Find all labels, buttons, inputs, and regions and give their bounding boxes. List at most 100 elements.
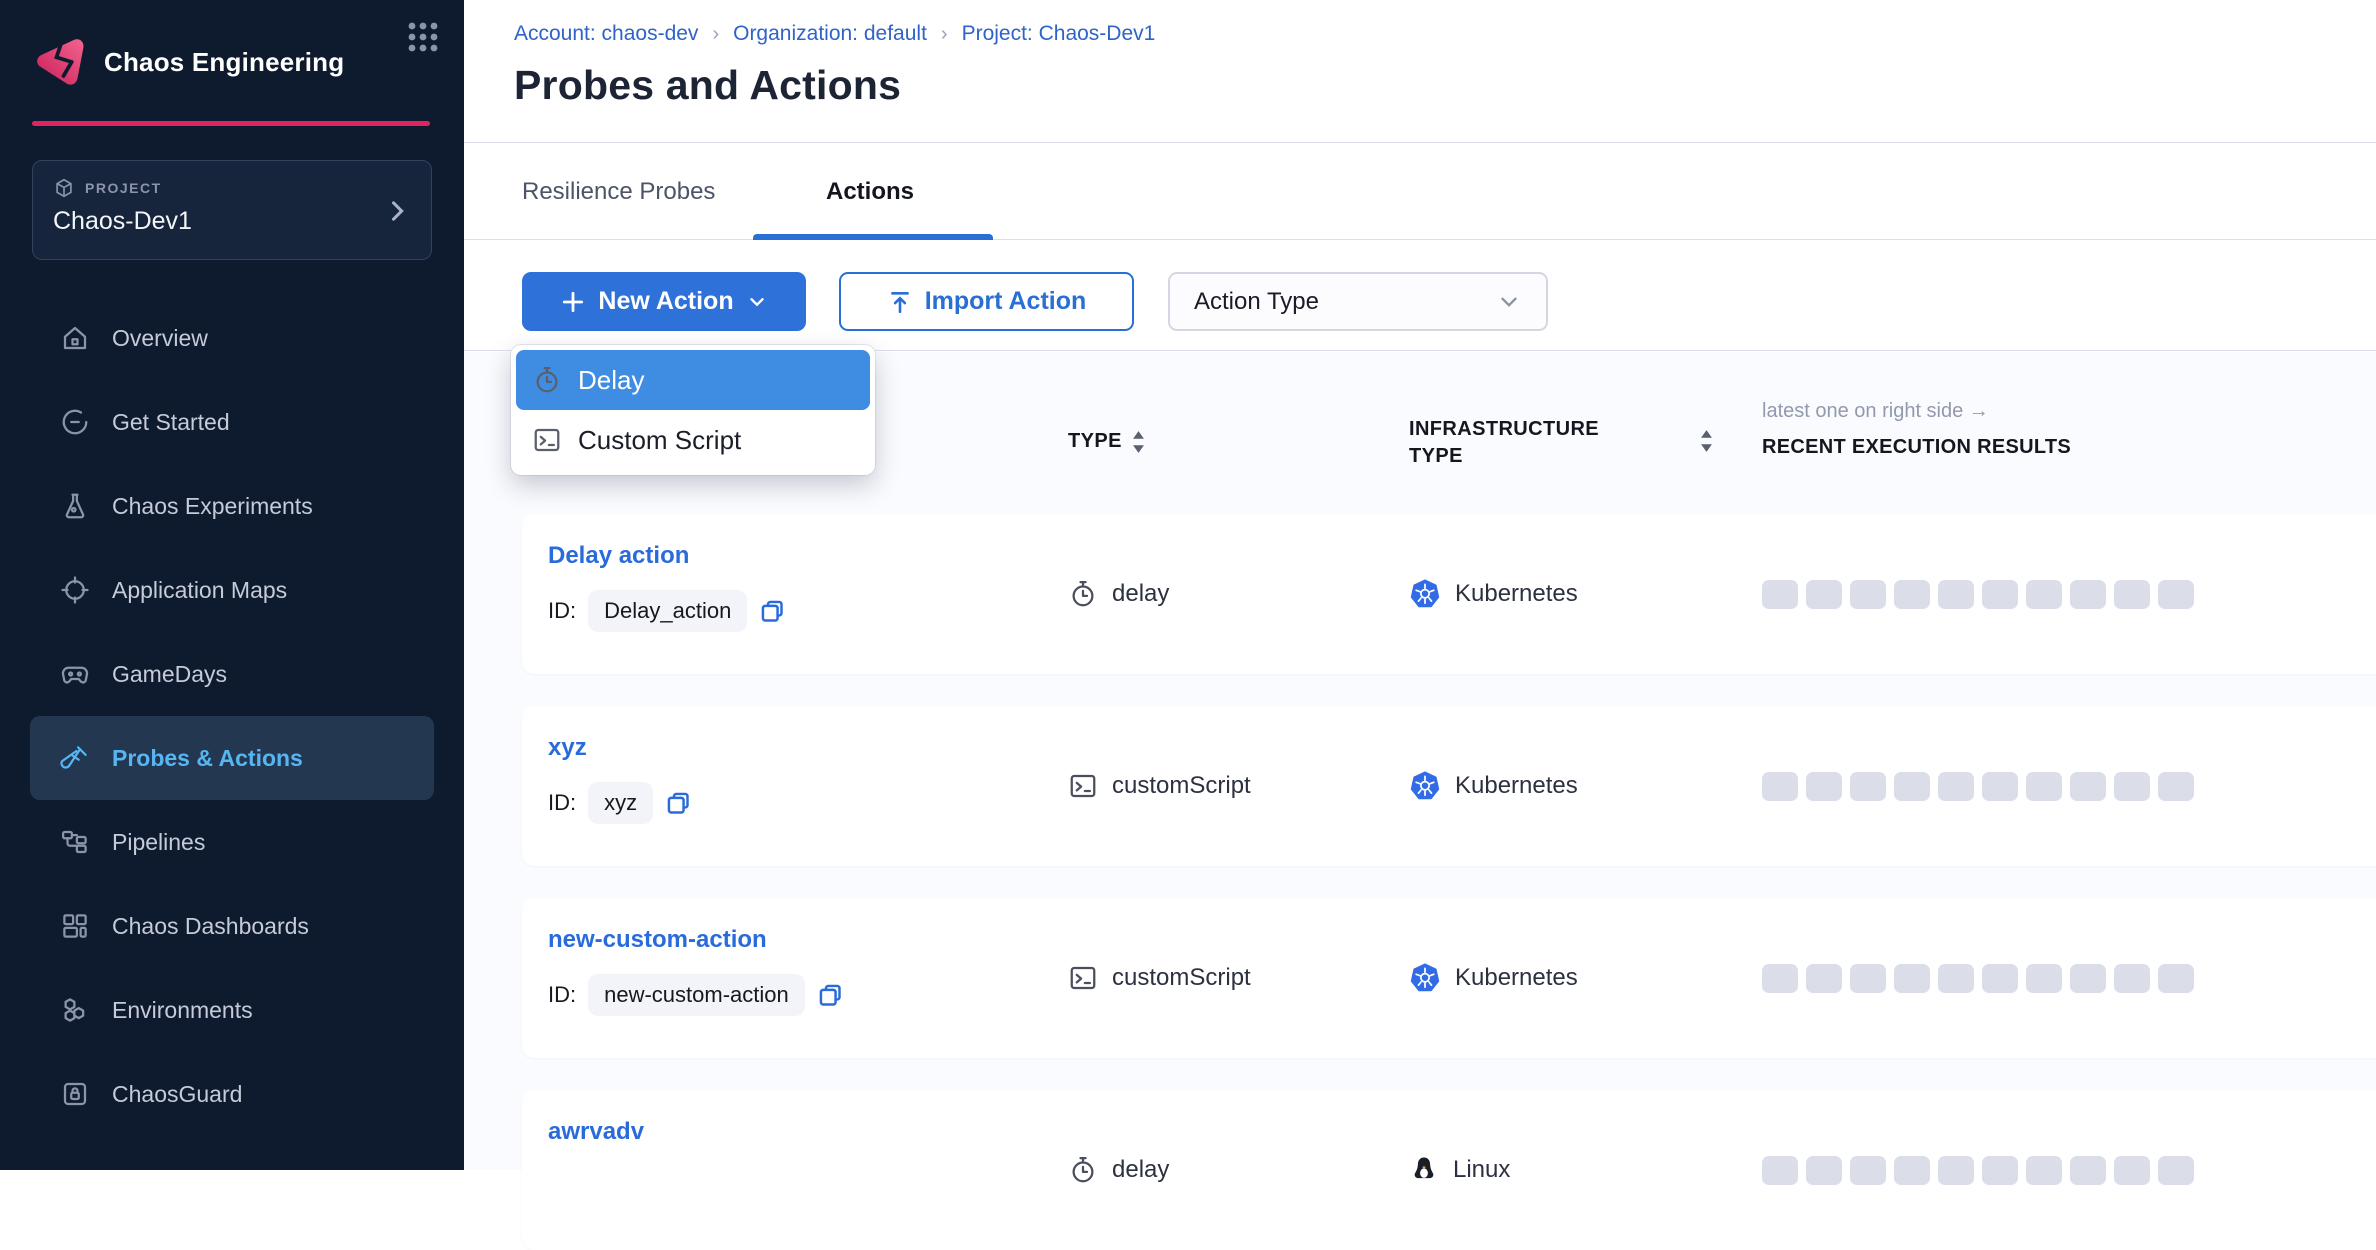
execution-result-placeholder: [1894, 964, 1930, 993]
copy-icon[interactable]: [759, 598, 786, 625]
gamepad-icon: [60, 659, 90, 689]
action-name-link[interactable]: Delay action: [548, 542, 689, 570]
action-id-label: ID:: [548, 790, 576, 816]
results-note: latest one on right side →: [1762, 400, 1989, 423]
action-type-select[interactable]: Action Type: [1168, 272, 1548, 331]
action-row: new-custom-action ID: new-custom-action …: [522, 898, 2376, 1058]
sidebar-item-application-maps[interactable]: Application Maps: [0, 548, 464, 632]
sidebar-item-label: Chaos Experiments: [112, 493, 313, 520]
terminal-icon: [532, 425, 562, 455]
new-action-button[interactable]: New Action: [522, 272, 806, 331]
sidebar-item-get-started[interactable]: Get Started: [0, 380, 464, 464]
tab-resilience-probes[interactable]: Resilience Probes: [522, 144, 715, 240]
action-row: awrvadv delay Linux: [522, 1090, 2376, 1250]
project-name: Chaos-Dev1: [53, 207, 411, 236]
stopwatch-icon: [532, 365, 562, 395]
sidebar-item-chaos-dashboards[interactable]: Chaos Dashboards: [0, 884, 464, 968]
lock-icon: [60, 1079, 90, 1109]
column-header-infrastructure-type: INFRASTRUCTURE TYPE: [1409, 416, 1609, 470]
action-id-value: new-custom-action: [588, 974, 805, 1016]
import-action-button[interactable]: Import Action: [839, 272, 1134, 331]
action-name-link[interactable]: new-custom-action: [548, 926, 767, 954]
sort-icon[interactable]: [1700, 430, 1713, 452]
recent-execution-results: [1762, 898, 2194, 1058]
sidebar-item-pipelines[interactable]: Pipelines: [0, 800, 464, 884]
sort-icon[interactable]: [1132, 431, 1145, 453]
menu-item-custom-script[interactable]: Custom Script: [516, 410, 870, 470]
new-action-dropdown-menu: Delay Custom Script: [511, 345, 875, 475]
sidebar-item-gamedays[interactable]: GameDays: [0, 632, 464, 716]
execution-result-placeholder: [2026, 1156, 2062, 1185]
sidebar-item-probes-actions[interactable]: Probes & Actions: [30, 716, 434, 800]
sidebar-item-label: Application Maps: [112, 577, 287, 604]
pipeline-icon: [60, 827, 90, 857]
execution-result-placeholder: [1806, 964, 1842, 993]
recent-execution-results: [1762, 1090, 2194, 1250]
sidebar-item-label: GameDays: [112, 661, 227, 688]
execution-result-placeholder: [1850, 580, 1886, 609]
execution-result-placeholder: [1982, 1156, 2018, 1185]
execution-result-placeholder: [2114, 964, 2150, 993]
page-header: Account: chaos-dev › Organization: default…: [464, 0, 2376, 143]
test-tube-icon: [60, 743, 90, 773]
linux-icon: [1409, 1155, 1439, 1185]
active-tab-indicator: [753, 234, 993, 240]
hexagons-icon: [60, 995, 90, 1025]
column-header-recent-execution-results: RECENT EXECUTION RESULTS: [1762, 436, 2071, 459]
action-row: Delay action ID: Delay_action delay Kube…: [522, 514, 2376, 674]
chevron-right-icon: [383, 197, 411, 225]
execution-result-placeholder: [1938, 580, 1974, 609]
home-icon: [60, 323, 90, 353]
breadcrumb: Account: chaos-dev › Organization: default…: [514, 22, 1155, 46]
app-title: Chaos Engineering: [104, 47, 344, 78]
execution-result-placeholder: [2114, 772, 2150, 801]
action-name-link[interactable]: awrvadv: [548, 1118, 644, 1146]
sidebar: Chaos Engineering PROJECT Chaos-Dev1 Ove…: [0, 0, 464, 1170]
chevron-down-icon: [746, 291, 768, 313]
infrastructure-type-cell: Kubernetes: [1409, 706, 1578, 866]
action-type-cell: delay: [1068, 514, 1169, 674]
execution-result-placeholder: [2026, 772, 2062, 801]
breadcrumb-link[interactable]: Organization: default: [733, 22, 927, 46]
app-switcher-grid-icon[interactable]: [406, 20, 440, 54]
terminal-icon: [1068, 963, 1098, 993]
execution-result-placeholder: [2158, 772, 2194, 801]
column-header-type: TYPE: [1068, 430, 1145, 453]
recent-execution-results: [1762, 706, 2194, 866]
breadcrumb-link[interactable]: Project: Chaos-Dev1: [962, 22, 1156, 46]
execution-result-placeholder: [2158, 1156, 2194, 1185]
infrastructure-type-cell: Kubernetes: [1409, 514, 1578, 674]
execution-result-placeholder: [1894, 580, 1930, 609]
sidebar-item-overview[interactable]: Overview: [0, 296, 464, 380]
copy-icon[interactable]: [665, 790, 692, 817]
kubernetes-icon: [1409, 962, 1441, 994]
sidebar-item-environments[interactable]: Environments: [0, 968, 464, 1052]
flask-icon: [60, 491, 90, 521]
chaos-engineering-logo-icon: [32, 34, 88, 90]
menu-item-delay[interactable]: Delay: [516, 350, 870, 410]
execution-result-placeholder: [2070, 772, 2106, 801]
stopwatch-icon: [1068, 1155, 1098, 1185]
sidebar-item-label: Overview: [112, 325, 208, 352]
brand-divider: [32, 121, 430, 126]
sidebar-item-chaosguard[interactable]: ChaosGuard: [0, 1052, 464, 1136]
sidebar-item-label: Environments: [112, 997, 253, 1024]
breadcrumb-separator: ›: [941, 23, 948, 46]
action-name-link[interactable]: xyz: [548, 734, 587, 762]
kubernetes-icon: [1409, 770, 1441, 802]
chevron-down-icon: [1496, 289, 1522, 315]
breadcrumb-link[interactable]: Account: chaos-dev: [514, 22, 698, 46]
breadcrumb-separator: ›: [712, 23, 719, 46]
sidebar-item-chaos-experiments[interactable]: Chaos Experiments: [0, 464, 464, 548]
action-id-value: Delay_action: [588, 590, 747, 632]
execution-result-placeholder: [1762, 580, 1798, 609]
main-area: Account: chaos-dev › Organization: default…: [464, 0, 2376, 1170]
copy-icon[interactable]: [817, 982, 844, 1009]
execution-result-placeholder: [1762, 772, 1798, 801]
execution-result-placeholder: [2158, 964, 2194, 993]
sidebar-item-label: Chaos Dashboards: [112, 913, 309, 940]
project-label: PROJECT: [85, 180, 162, 196]
page-title: Probes and Actions: [514, 62, 901, 109]
project-selector[interactable]: PROJECT Chaos-Dev1: [32, 160, 432, 260]
tab-actions[interactable]: Actions: [826, 144, 914, 240]
